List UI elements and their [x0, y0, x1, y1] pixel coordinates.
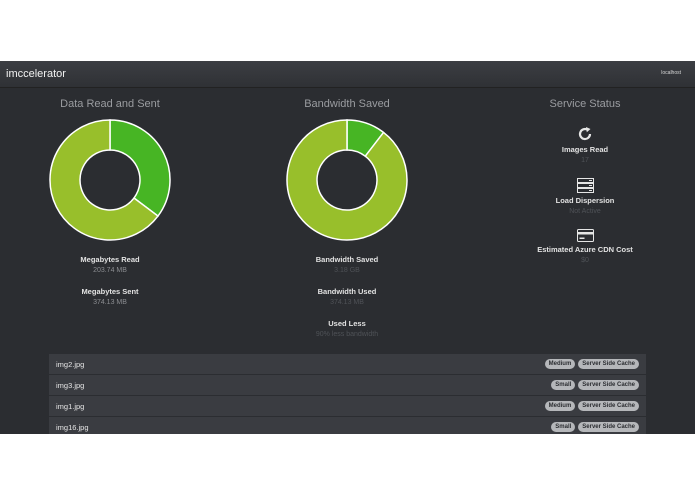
size-badge: Medium: [544, 359, 576, 369]
images-read-label: Images Read: [561, 145, 609, 154]
cache-badge: Server Side Cache: [578, 359, 639, 369]
dashboard-app: imccelerator localhost Data Read and Sen…: [0, 61, 695, 434]
credit-card-icon: [576, 229, 594, 242]
megabytes-sent-value: 374.13 MB: [93, 299, 127, 306]
size-badge: Medium: [544, 401, 576, 411]
data-read-panel: Data Read and Sent Megabytes Read 203.74…: [10, 87, 210, 306]
service-status-title: Service Status: [549, 98, 621, 110]
list-item[interactable]: img1.jpg Medium Server Side Cache: [49, 396, 646, 416]
data-read-donut-chart: [49, 119, 171, 241]
azure-cost-block: Estimated Azure CDN Cost $0: [485, 229, 685, 264]
used-less-label: Used Less: [328, 319, 366, 328]
used-less-value: 90% less bandwidth: [315, 331, 379, 338]
images-read-block: Images Read 17: [485, 126, 685, 164]
list-item[interactable]: img2.jpg Medium Server Side Cache: [49, 354, 646, 374]
images-read-value: 17: [581, 157, 589, 164]
host-label: localhost: [661, 70, 681, 76]
bandwidth-used-label: Bandwidth Used: [317, 287, 377, 296]
refresh-icon: [578, 127, 592, 141]
image-name: img3.jpg: [56, 381, 85, 390]
cache-badge: Server Side Cache: [578, 380, 639, 390]
list-item[interactable]: img3.jpg Small Server Side Cache: [49, 375, 646, 395]
image-name: img16.jpg: [56, 423, 89, 432]
bandwidth-panel: Bandwidth Saved Bandwidth Saved 3.18 GB …: [247, 87, 447, 338]
server-icon: [576, 178, 594, 193]
brand-title[interactable]: imccelerator: [6, 68, 66, 80]
service-status-panel: Service Status Images Read 17 Load Dispe…: [485, 87, 685, 264]
load-dispersion-label: Load Dispersion: [555, 196, 615, 205]
load-dispersion-block: Load Dispersion Not Active: [485, 178, 685, 215]
bandwidth-saved-value: 3.18 GB: [334, 267, 360, 274]
cache-badge: Server Side Cache: [578, 422, 639, 432]
bandwidth-title: Bandwidth Saved: [304, 98, 390, 110]
bandwidth-used-value: 374.13 MB: [330, 299, 364, 306]
azure-cost-label: Estimated Azure CDN Cost: [537, 245, 633, 254]
size-badge: Small: [551, 380, 576, 390]
megabytes-read-label: Megabytes Read: [80, 255, 140, 264]
azure-cost-value: $0: [581, 257, 589, 264]
image-name: img1.jpg: [56, 402, 85, 411]
list-item[interactable]: img16.jpg Small Server Side Cache: [49, 417, 646, 434]
megabytes-read-value: 203.74 MB: [93, 267, 127, 274]
top-navbar: imccelerator localhost: [0, 61, 695, 88]
load-dispersion-value: Not Active: [569, 208, 601, 215]
size-badge: Small: [551, 422, 576, 432]
donut-slice-bandwidth-saved[interactable]: [286, 119, 408, 241]
image-name: img2.jpg: [56, 360, 85, 369]
bandwidth-donut-chart: [286, 119, 408, 241]
image-list: img2.jpg Medium Server Side Cache img3.j…: [49, 354, 646, 434]
data-read-title: Data Read and Sent: [60, 98, 160, 110]
cache-badge: Server Side Cache: [578, 401, 639, 411]
megabytes-sent-label: Megabytes Sent: [81, 287, 139, 296]
bandwidth-saved-label: Bandwidth Saved: [315, 255, 379, 264]
